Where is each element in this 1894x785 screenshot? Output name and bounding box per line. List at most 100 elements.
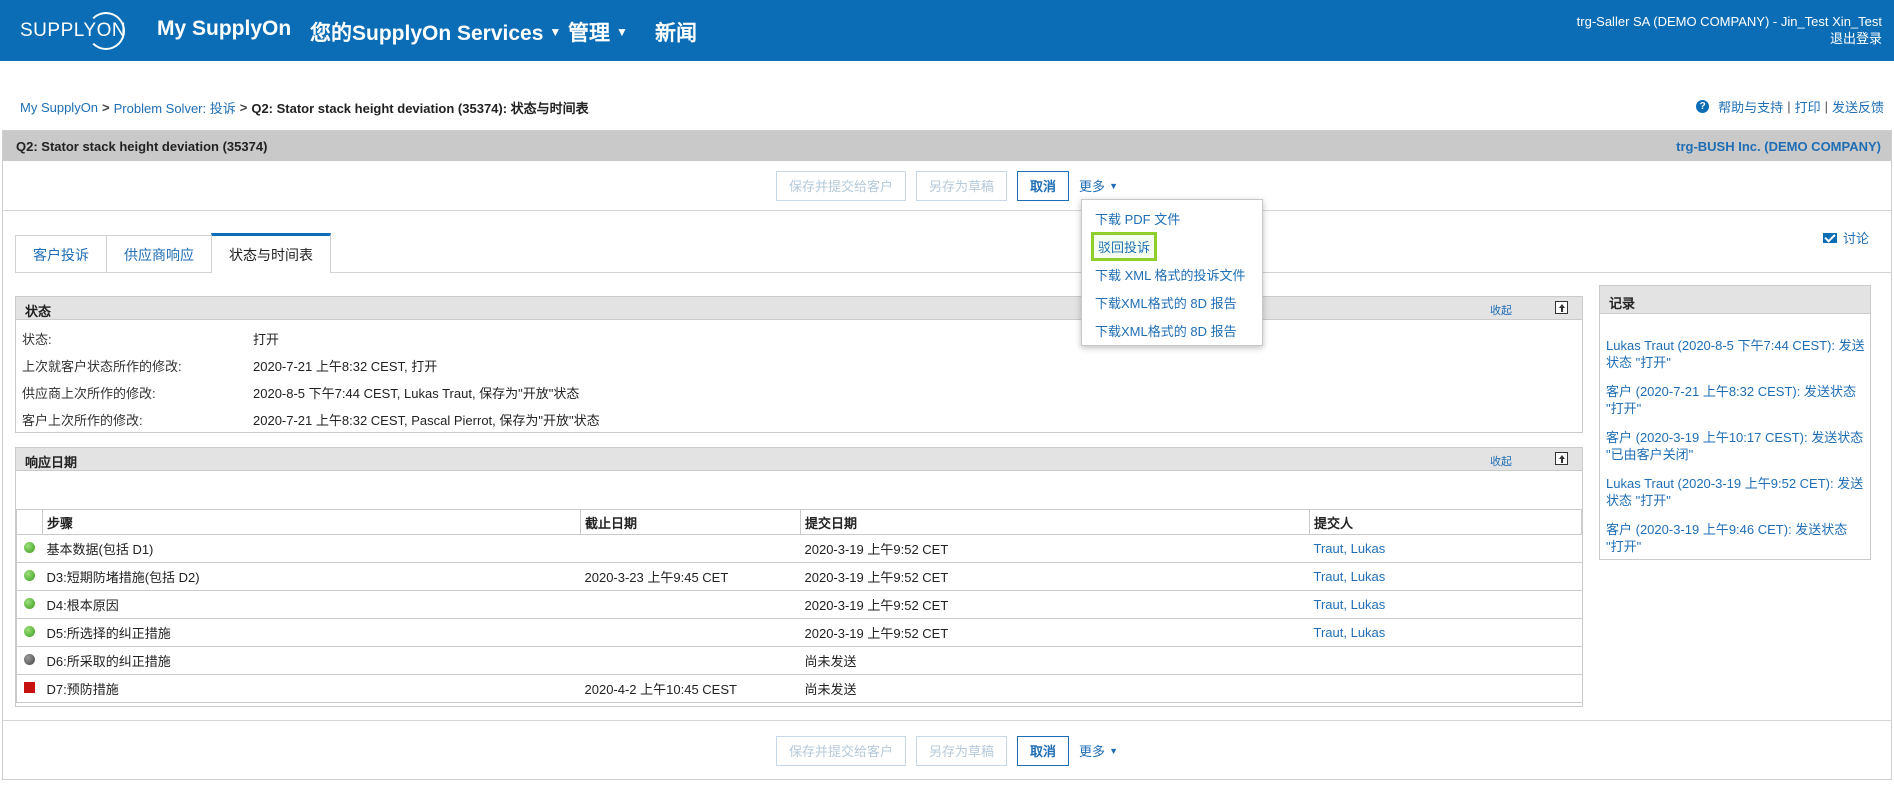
collapse-link[interactable]: 收起: [1490, 453, 1512, 469]
table-row: D7:预防措施 2020-4-2 上午10:45 CEST 尚未发送: [16, 674, 1582, 703]
breadcrumb-separator: >: [102, 100, 110, 115]
supplyon-logo[interactable]: SUPPLYON: [20, 12, 126, 50]
submitter-link[interactable]: Traut, Lukas: [1314, 597, 1386, 612]
step-cell: D6:所采取的纠正措施: [42, 646, 581, 675]
divider: |: [1824, 99, 1828, 114]
column-header-due-date: 截止日期: [580, 509, 801, 535]
user-name: trg-Saller SA (DEMO COMPANY) - Jin_Test …: [1576, 14, 1882, 29]
green-status-dot-icon: [24, 598, 36, 609]
save-draft-button[interactable]: 另存为草稿: [916, 735, 1008, 766]
history-item[interactable]: Lukas Traut (2020-8-5 下午7:44 CEST): 发送状态…: [1606, 337, 1868, 371]
menu-item-download-pdf[interactable]: 下载 PDF 文件: [1095, 209, 1180, 228]
top-navigation-bar: SUPPLYON My SupplyOn 您的SupplyOn Services…: [0, 0, 1894, 61]
tab-bar: 客户投诉 供应商响应 状态与时间表: [15, 233, 331, 273]
status-label: 状态:: [22, 332, 52, 347]
menu-item-download-8d-xml[interactable]: 下载XML格式的 8D 报告: [1095, 293, 1237, 312]
due-date-cell: 2020-4-2 上午10:45 CEST: [580, 674, 801, 703]
table-row: D6:所采取的纠正措施 尚未发送: [16, 646, 1582, 675]
discuss-label: 讨论: [1842, 231, 1869, 246]
top-toolbar: 保存并提交给客户 另存为草稿 取消 更多 ▼: [3, 161, 1891, 211]
due-date-cell: [580, 534, 801, 563]
breadcrumb-my-supplyon[interactable]: My SupplyOn: [20, 100, 98, 115]
green-status-dot-icon: [24, 542, 36, 553]
nav-label: 新闻: [655, 22, 697, 45]
customer-company: trg-BUSH Inc. (DEMO COMPANY): [1676, 139, 1881, 154]
submitter-cell: Traut, Lukas: [1309, 562, 1582, 591]
nav-admin[interactable]: 管理 ▼: [568, 17, 628, 47]
collapse-link[interactable]: 收起: [1490, 302, 1512, 318]
history-item[interactable]: Lukas Traut (2020-3-19 上午9:52 CET): 发送状态…: [1606, 475, 1868, 509]
response-dates-table: 步骤 截止日期 提交日期 提交人 基本数据(包括 D1) 2020-3-19 上…: [16, 509, 1582, 703]
save-draft-button[interactable]: 另存为草稿: [916, 170, 1008, 201]
help-links: ? 帮助与支持 | 打印 | 发送反馈: [1696, 97, 1884, 116]
status-panel-title: 状态: [25, 304, 52, 319]
status-indicator-cell: [16, 618, 43, 647]
green-status-dot-icon: [24, 626, 36, 637]
caret-down-icon: ▼: [1109, 745, 1118, 756]
submit-to-customer-button[interactable]: 保存并提交给客户: [776, 170, 907, 201]
table-row: D5:所选择的纠正措施 2020-3-19 上午9:52 CET Traut, …: [16, 618, 1582, 647]
cancel-button[interactable]: 取消: [1017, 735, 1070, 766]
nav-label: My SupplyOn: [157, 17, 292, 40]
discuss-link[interactable]: 讨论: [1822, 228, 1869, 247]
step-cell: D4:根本原因: [42, 590, 581, 619]
history-item[interactable]: 客户 (2020-7-21 上午8:32 CEST): 发送状态 "打开": [1606, 383, 1868, 417]
more-dropdown[interactable]: 更多 ▼: [1079, 741, 1118, 760]
tab-status-timeline[interactable]: 状态与时间表: [211, 233, 331, 273]
red-overdue-square-icon: [24, 682, 36, 693]
envelope-icon: [1822, 232, 1837, 243]
tab-customer-complaint[interactable]: 客户投诉: [15, 235, 107, 273]
status-label: 供应商上次所作的修改:: [22, 386, 156, 401]
table-row: 基本数据(包括 D1) 2020-3-19 上午9:52 CET Traut, …: [16, 534, 1582, 563]
breadcrumb-separator: >: [239, 100, 248, 115]
cancel-button[interactable]: 取消: [1017, 170, 1070, 201]
menu-item-download-complaint-xml[interactable]: 下载 XML 格式的投诉文件: [1095, 265, 1245, 284]
submit-date-cell: 尚未发送: [800, 646, 1310, 675]
submit-to-customer-button[interactable]: 保存并提交给客户: [776, 735, 907, 766]
tab-supplier-response[interactable]: 供应商响应: [106, 235, 212, 273]
divider: |: [1787, 99, 1791, 114]
print-link[interactable]: 打印: [1795, 97, 1821, 116]
submitter-link[interactable]: Traut, Lukas: [1314, 569, 1386, 584]
caret-down-icon: ▼: [1109, 180, 1118, 191]
help-icon: ?: [1696, 100, 1710, 113]
history-panel: 记录 Lukas Traut (2020-8-5 下午7:44 CEST): 发…: [1599, 285, 1871, 560]
history-item[interactable]: 客户 (2020-3-19 上午10:17 CEST): 发送状态 "已由客户关…: [1606, 429, 1868, 463]
expand-panel-icon[interactable]: [1555, 301, 1568, 314]
submitter-link[interactable]: Traut, Lukas: [1314, 541, 1386, 556]
status-value: 2020-7-21 上午8:32 CEST, 打开: [253, 359, 438, 374]
table-row: D3:短期防堵措施(包括 D2) 2020-3-23 上午9:45 CET 20…: [16, 562, 1582, 591]
submit-date-cell: 尚未发送: [800, 674, 1310, 703]
menu-item-reject-complaint[interactable]: 驳回投诉: [1091, 232, 1158, 261]
submitter-link[interactable]: Traut, Lukas: [1314, 625, 1386, 640]
nav-news[interactable]: 新闻: [655, 17, 697, 47]
indicator-column-header: [16, 509, 43, 535]
status-row: 客户上次所作的修改: 2020-7-21 上午8:32 CEST, Pascal…: [22, 410, 600, 429]
bottom-toolbar: 保存并提交给客户 另存为草稿 取消 更多 ▼: [3, 720, 1891, 780]
submitter-cell: Traut, Lukas: [1309, 590, 1582, 619]
step-cell: D7:预防措施: [42, 674, 581, 703]
status-row: 供应商上次所作的修改: 2020-8-5 下午7:44 CEST, Lukas …: [22, 383, 579, 402]
more-dropdown[interactable]: 更多 ▼: [1079, 176, 1118, 195]
submitter-cell: Traut, Lukas: [1309, 618, 1582, 647]
nav-my-supplyon[interactable]: My SupplyOn: [157, 17, 291, 41]
breadcrumb-problem-solver[interactable]: Problem Solver: 投诉: [114, 98, 236, 117]
status-indicator-cell: [16, 534, 43, 563]
expand-panel-icon[interactable]: [1555, 452, 1568, 465]
due-date-cell: 2020-3-23 上午9:45 CET: [580, 562, 801, 591]
status-row: 上次就客户状态所作的修改: 2020-7-21 上午8:32 CEST, 打开: [22, 356, 437, 375]
logout-link[interactable]: 退出登录: [1577, 30, 1882, 47]
due-date-cell: [580, 618, 801, 647]
submit-date-cell: 2020-3-19 上午9:52 CET: [800, 618, 1310, 647]
feedback-link[interactable]: 发送反馈: [1832, 97, 1884, 116]
response-panel-header: 响应日期 收起: [16, 448, 1582, 471]
breadcrumb: My SupplyOn > Problem Solver: 投诉 > Q2: S…: [20, 98, 589, 117]
status-panel: 状态 收起 状态: 打开 上次就客户状态所作的修改: 2020-7-21 上午8…: [15, 296, 1583, 433]
help-support-link[interactable]: 帮助与支持: [1718, 97, 1783, 116]
history-item[interactable]: 客户 (2020-3-19 上午9:46 CET): 发送状态 "打开": [1606, 521, 1868, 555]
column-header-step: 步骤: [42, 509, 581, 535]
history-panel-header: 记录: [1600, 286, 1870, 314]
nav-supplyon-services[interactable]: 您的SupplyOn Services ▼: [310, 17, 561, 47]
caret-down-icon: ▼: [616, 25, 628, 39]
menu-item-download-8d-xml-2[interactable]: 下载XML格式的 8D 报告: [1095, 321, 1237, 340]
